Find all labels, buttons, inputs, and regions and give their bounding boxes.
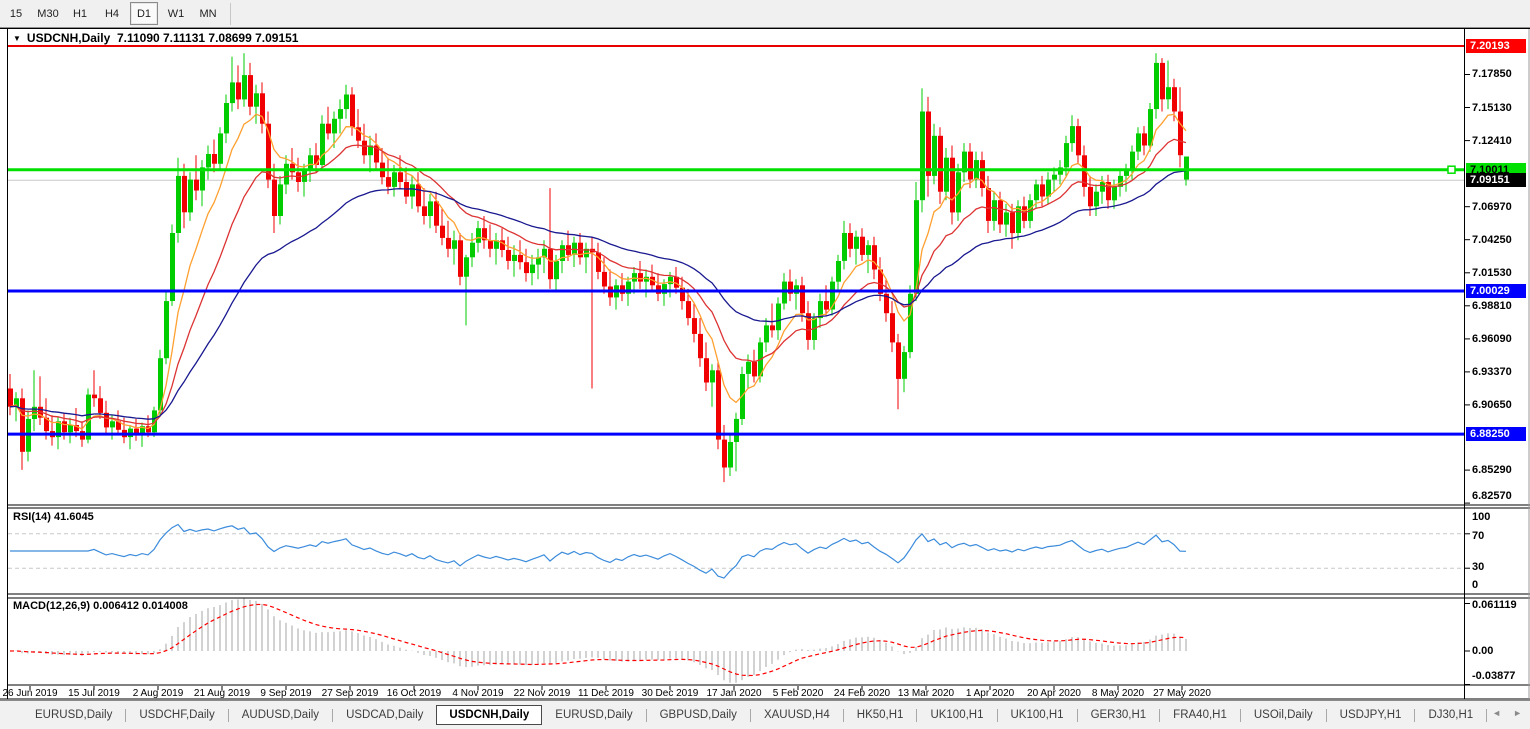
date-tick-label: 5 Feb 2020 (773, 688, 824, 699)
toolbar-separator (230, 3, 231, 25)
timeframe-button-h4[interactable]: H4 (98, 2, 126, 25)
price-tick-label: 6.85290 (1472, 464, 1512, 476)
symbol-tab-usoil-13[interactable]: USOil,Daily (1241, 705, 1326, 725)
tab-separator (1486, 709, 1487, 722)
symbol-tab-usdchf-1[interactable]: USDCHF,Daily (126, 705, 227, 725)
rsi-scale-label: 100 (1472, 511, 1490, 523)
price-tick-label: 7.06970 (1472, 201, 1512, 213)
price-tick-label: 6.82570 (1472, 490, 1512, 502)
symbol-tab-eurusd-0[interactable]: EURUSD,Daily (22, 705, 125, 725)
date-tick-label: 27 Sep 2019 (322, 688, 379, 699)
green-line-handle[interactable] (1448, 166, 1455, 173)
symbol-tab-uk100-10[interactable]: UK100,H1 (998, 705, 1077, 725)
date-tick-label: 8 May 2020 (1092, 688, 1144, 699)
macd-scale-label: 0.00 (1472, 645, 1493, 657)
symbol-tab-xauusd-7[interactable]: XAUUSD,H4 (751, 705, 843, 725)
tab-scroll-right-icon[interactable]: ► (1513, 707, 1522, 719)
symbol-tab-usdcnh-4[interactable]: USDCNH,Daily (436, 705, 542, 725)
rsi-indicator-label: RSI(14) 41.6045 (13, 511, 94, 523)
symbol-tab-eurusd-5[interactable]: EURUSD,Daily (542, 705, 645, 725)
date-tick-label: 15 Jul 2019 (68, 688, 120, 699)
symbol-tab-gbpusd-6[interactable]: GBPUSD,Daily (647, 705, 750, 725)
date-tick-label: 9 Sep 2019 (260, 688, 311, 699)
price-tick-label: 6.93370 (1472, 366, 1512, 378)
date-tick-label: 30 Dec 2019 (642, 688, 699, 699)
macd-scale-label: -0.03877 (1472, 670, 1515, 682)
price-tick-label: 7.04250 (1472, 234, 1512, 246)
rsi-scale-label: 30 (1472, 561, 1484, 573)
date-tick-label: 13 Mar 2020 (898, 688, 954, 699)
timeframe-button-15[interactable]: 15 (2, 2, 30, 25)
support-price-label-1: 7.00029 (1466, 284, 1526, 298)
price-tick-label: 6.90650 (1472, 399, 1512, 411)
date-tick-label: 21 Aug 2019 (194, 688, 250, 699)
chart-symbol-title: USDCNH,Daily (27, 31, 110, 45)
macd-scale-label: 0.061119 (1472, 599, 1517, 611)
date-tick-label: 2 Aug 2019 (133, 688, 184, 699)
date-tick-label: 11 Dec 2019 (578, 688, 634, 699)
chart-window[interactable] (0, 28, 1530, 700)
symbol-tab-fra40-12[interactable]: FRA40,H1 (1160, 705, 1240, 725)
tab-scroll-left-icon[interactable]: ◄ (1492, 707, 1501, 719)
chart-canvas[interactable] (0, 28, 1530, 700)
support-price-label-2: 6.88250 (1466, 427, 1526, 441)
symbol-tab-usdcad-3[interactable]: USDCAD,Daily (333, 705, 436, 725)
price-tick-label: 7.17850 (1472, 68, 1512, 80)
symbol-tab-usdjpy-14[interactable]: USDJPY,H1 (1327, 705, 1415, 725)
symbol-tab-uk100-9[interactable]: UK100,H1 (917, 705, 996, 725)
chart-context-arrow-icon[interactable]: ▼ (13, 34, 21, 43)
symbol-tab-audusd-2[interactable]: AUDUSD,Daily (229, 705, 332, 725)
rsi-scale-label: 70 (1472, 530, 1484, 542)
date-tick-label: 4 Nov 2019 (452, 688, 503, 699)
price-tick-label: 6.96090 (1472, 333, 1512, 345)
date-tick-label: 24 Feb 2020 (834, 688, 890, 699)
timeframe-button-d1[interactable]: D1 (130, 2, 158, 25)
timeframe-toolbar: 15M30H1H4D1W1MN (0, 0, 1530, 27)
timeframe-button-w1[interactable]: W1 (162, 2, 190, 25)
timeframe-button-mn[interactable]: MN (194, 2, 222, 25)
macd-indicator-label: MACD(12,26,9) 0.006412 0.014008 (13, 600, 188, 612)
timeframe-button-m30[interactable]: M30 (34, 2, 62, 25)
symbol-tab-bar: EURUSD,DailyUSDCHF,DailyAUDUSD,DailyUSDC… (0, 700, 1530, 729)
toolbar-divider (0, 27, 1530, 28)
date-tick-label: 16 Oct 2019 (387, 688, 441, 699)
date-tick-label: 20 Apr 2020 (1027, 688, 1081, 699)
price-tick-label: 7.15130 (1472, 102, 1512, 114)
date-tick-label: 22 Nov 2019 (514, 688, 571, 699)
price-tick-label: 6.98810 (1472, 300, 1512, 312)
timeframe-button-h1[interactable]: H1 (66, 2, 94, 25)
date-tick-label: 1 Apr 2020 (966, 688, 1014, 699)
price-tick-label: 7.01530 (1472, 267, 1512, 279)
chart-ohlc-quote: 7.11090 7.11131 7.08699 7.09151 (117, 31, 299, 45)
resistance-price-label: 7.20193 (1466, 39, 1526, 53)
rsi-scale-label: 0 (1472, 579, 1478, 591)
symbol-tab-hk50-8[interactable]: HK50,H1 (844, 705, 917, 725)
current-price-label: 7.09151 (1466, 173, 1526, 187)
date-tick-label: 26 Jun 2019 (2, 688, 57, 699)
date-tick-label: 17 Jan 2020 (706, 688, 761, 699)
price-tick-label: 7.12410 (1472, 135, 1512, 147)
date-tick-label: 27 May 2020 (1153, 688, 1211, 699)
chart-header: ▼ USDCNH,Daily 7.11090 7.11131 7.08699 7.… (13, 31, 298, 45)
symbol-tab-dj30-15[interactable]: DJ30,H1 (1415, 705, 1486, 725)
symbol-tab-ger30-11[interactable]: GER30,H1 (1078, 705, 1160, 725)
